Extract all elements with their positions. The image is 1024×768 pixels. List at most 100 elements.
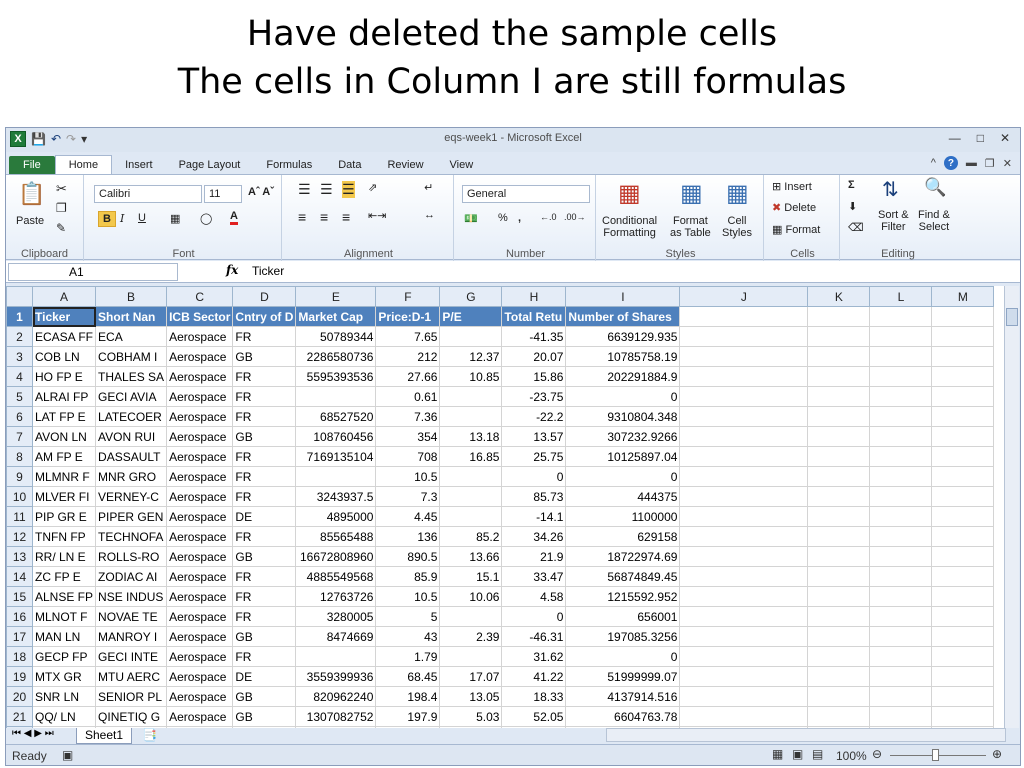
cell[interactable]: QQ/ LN <box>31 706 97 727</box>
cell[interactable]: MLMNR F <box>31 466 97 487</box>
cell[interactable]: 52.05 <box>501 706 567 727</box>
cell[interactable]: 7.3 <box>375 486 441 507</box>
cell[interactable] <box>295 386 377 407</box>
normal-view-icon[interactable]: ▦ <box>772 747 783 761</box>
percent-style-button[interactable]: % <box>498 212 508 224</box>
cell[interactable] <box>931 346 995 367</box>
cell[interactable]: 85.9 <box>375 566 441 587</box>
column-header-l[interactable]: L <box>869 286 933 307</box>
tab-file[interactable]: File <box>9 156 55 174</box>
cell[interactable]: Aerospace <box>166 546 234 567</box>
cell[interactable] <box>869 466 933 487</box>
format-cells-button[interactable]: ▦ Format <box>772 223 820 236</box>
cell[interactable]: LATECOER <box>95 406 168 427</box>
cell[interactable] <box>439 386 503 407</box>
row-header[interactable]: 10 <box>6 486 33 507</box>
row-header[interactable]: 13 <box>6 546 33 567</box>
clear-icon[interactable]: ⌫ <box>848 221 864 234</box>
cell[interactable] <box>931 326 995 347</box>
cell[interactable]: GB <box>232 426 297 447</box>
cell[interactable] <box>869 526 933 547</box>
cell[interactable] <box>679 666 809 687</box>
cell[interactable] <box>931 366 995 387</box>
cell[interactable]: 16.85 <box>439 446 503 467</box>
cell[interactable] <box>679 546 809 567</box>
cell[interactable]: LAT FP E <box>31 406 97 427</box>
cell[interactable]: 656001 <box>565 606 681 627</box>
cell[interactable] <box>869 626 933 647</box>
row-header[interactable]: 8 <box>6 446 33 467</box>
cell[interactable]: NOVAE TE <box>95 606 168 627</box>
cell[interactable]: Short Nan <box>95 306 168 327</box>
cell[interactable]: 202291884.9 <box>565 366 681 387</box>
cell[interactable] <box>869 386 933 407</box>
column-header-b[interactable]: B <box>95 286 168 307</box>
cell[interactable] <box>807 426 871 447</box>
cell[interactable]: 197.9 <box>375 706 441 727</box>
cell[interactable]: SENIOR PL <box>95 686 168 707</box>
zoom-in-icon[interactable]: ⊕ <box>992 747 1002 761</box>
cell[interactable] <box>931 426 995 447</box>
cell[interactable] <box>807 466 871 487</box>
cell[interactable]: GB <box>232 346 297 367</box>
row-header[interactable]: 16 <box>6 606 33 627</box>
cell[interactable]: 15.86 <box>501 366 567 387</box>
cell[interactable]: 18722974.69 <box>565 546 681 567</box>
cell[interactable]: 68.45 <box>375 666 441 687</box>
cell[interactable] <box>679 606 809 627</box>
cell[interactable]: Market Cap <box>295 306 377 327</box>
cell[interactable]: MAN LN <box>31 626 97 647</box>
cell[interactable]: 1307082752 <box>295 706 377 727</box>
cell[interactable]: 4.45 <box>375 506 441 527</box>
cell[interactable]: 10125897.04 <box>565 446 681 467</box>
cell[interactable] <box>679 466 809 487</box>
cell[interactable]: 15.1 <box>439 566 503 587</box>
name-box[interactable]: A1 <box>8 263 178 281</box>
cell[interactable] <box>679 526 809 547</box>
cell[interactable]: 0.61 <box>375 386 441 407</box>
cell[interactable] <box>869 706 933 727</box>
cell[interactable]: 10.85 <box>439 366 503 387</box>
cell[interactable]: 13.18 <box>439 426 503 447</box>
row-header[interactable]: 2 <box>6 326 33 347</box>
cell[interactable]: 56874849.45 <box>565 566 681 587</box>
cell[interactable]: THALES SA <box>95 366 168 387</box>
sort-filter-button[interactable]: Sort & Filter <box>878 209 909 233</box>
cell[interactable]: Aerospace <box>166 686 234 707</box>
tab-review[interactable]: Review <box>374 156 436 174</box>
cell[interactable] <box>869 346 933 367</box>
sheet-nav-icons[interactable]: ⏮ ◀ ▶ ⏭ <box>12 728 54 739</box>
cell[interactable]: FR <box>232 386 297 407</box>
cell[interactable] <box>931 606 995 627</box>
cell[interactable]: AVON LN <box>31 426 97 447</box>
cell[interactable]: Aerospace <box>166 526 234 547</box>
cell[interactable]: Aerospace <box>166 346 234 367</box>
cell[interactable]: Aerospace <box>166 566 234 587</box>
cell[interactable]: Aerospace <box>166 366 234 387</box>
cell[interactable]: -46.31 <box>501 626 567 647</box>
cell[interactable] <box>679 306 809 327</box>
format-painter-icon[interactable]: ✎ <box>56 221 66 235</box>
cell[interactable]: Ticker <box>31 306 97 327</box>
cell[interactable]: 13.57 <box>501 426 567 447</box>
underline-button[interactable]: U <box>138 212 146 224</box>
cell[interactable]: FR <box>232 646 297 667</box>
cell[interactable]: FR <box>232 366 297 387</box>
cell[interactable] <box>679 426 809 447</box>
cell[interactable]: 354 <box>375 426 441 447</box>
cell[interactable]: 18.33 <box>501 686 567 707</box>
cell[interactable]: 2.39 <box>439 626 503 647</box>
row-header[interactable]: 11 <box>6 506 33 527</box>
row-header[interactable]: 1 <box>6 306 33 327</box>
cell[interactable] <box>931 626 995 647</box>
font-size-select[interactable]: 11 <box>204 185 242 203</box>
cell[interactable] <box>807 366 871 387</box>
cell[interactable]: SNR LN <box>31 686 97 707</box>
cell[interactable]: ALNSE FP <box>31 586 97 607</box>
sheet-tab-sheet1[interactable]: Sheet1 <box>76 728 133 744</box>
tab-data[interactable]: Data <box>325 156 374 174</box>
cell[interactable] <box>679 346 809 367</box>
cell[interactable]: ALRAI FP <box>31 386 97 407</box>
cell[interactable] <box>439 606 503 627</box>
cell[interactable]: 5595393536 <box>295 366 377 387</box>
